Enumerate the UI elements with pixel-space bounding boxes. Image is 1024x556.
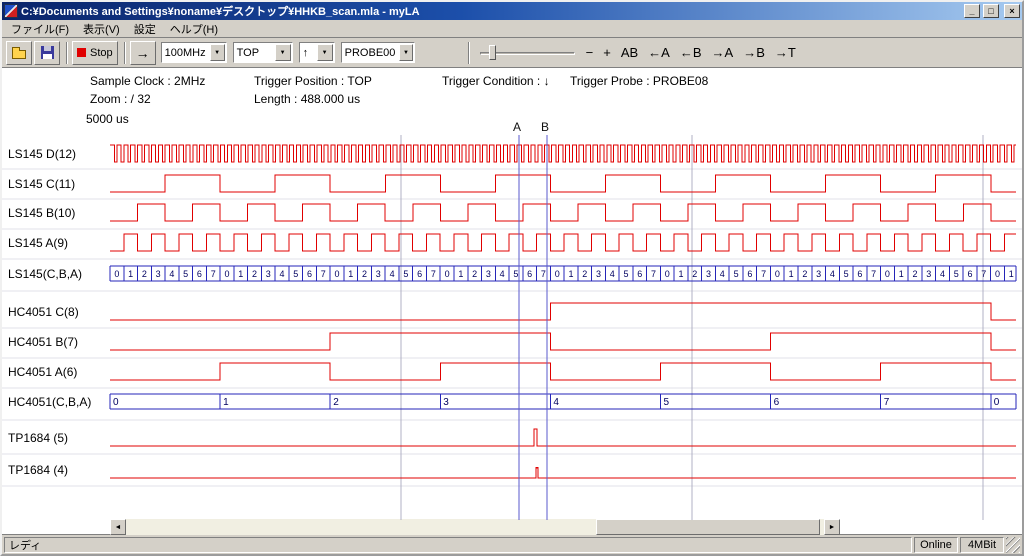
set-cursor-b-button[interactable]: →B [738,43,770,62]
length-info: Length : 488.000 us [254,92,360,106]
stop-button[interactable]: Stop [72,41,118,65]
arrow-left-icon: ◄ [115,524,122,531]
sample-clock-value: 100MHz [162,47,209,59]
close-button[interactable]: × [1004,4,1020,18]
open-folder-icon [12,50,26,59]
scroll-track[interactable] [126,519,824,535]
trigger-edge-combo[interactable]: ↑ ▼ [299,42,335,63]
minimize-button[interactable]: _ [964,4,980,18]
chevron-down-icon[interactable]: ▼ [399,44,412,61]
stop-icon [77,48,86,57]
menu-settings[interactable]: 設定 [127,19,163,39]
menu-view[interactable]: 表示(V) [76,19,127,39]
trigger-edge-value: ↑ [300,47,316,59]
goto-cursor-a-button[interactable]: ←A [643,43,675,62]
app-window: C:¥Documents and Settings¥noname¥デスクトップ¥… [0,0,1024,556]
resize-grip[interactable] [1006,537,1020,553]
scroll-left-button[interactable]: ◄ [110,519,126,535]
toolbar: Stop → 100MHz ▼ TOP ▼ ↑ ▼ PROBE00 ▼ − + [2,38,1022,68]
zoom-ab-button[interactable]: AB [616,43,643,62]
stop-label: Stop [90,47,113,59]
chevron-down-icon[interactable]: ▼ [317,44,333,61]
menubar: ファイル(F) 表示(V) 設定 ヘルプ(H) [2,20,1022,38]
trigger-probe-combo[interactable]: PROBE00 ▼ [341,42,415,63]
status-ready: レディ [4,537,912,553]
window-title: C:¥Documents and Settings¥noname¥デスクトップ¥… [21,3,961,19]
menu-help[interactable]: ヘルプ(H) [163,19,225,39]
chevron-down-icon[interactable]: ▼ [210,44,225,61]
menu-file[interactable]: ファイル(F) [4,19,76,39]
run-button[interactable]: → [130,41,156,65]
toolbar-separator [66,42,68,64]
set-cursor-a-button[interactable]: →A [707,43,739,62]
arrow-right-icon: ► [829,524,836,531]
titlebar: C:¥Documents and Settings¥noname¥デスクトップ¥… [2,2,1022,20]
trigger-position-value: TOP [234,47,274,59]
app-icon [4,4,18,18]
trigger-condition-info: Trigger Condition : ↓ [442,74,550,88]
goto-trigger-button[interactable]: →T [770,43,801,62]
maximize-button[interactable]: □ [983,4,999,18]
sample-clock-info: Sample Clock : 2MHz [90,74,205,88]
toolbar-separator [124,42,126,64]
zoom-out-button[interactable]: − [581,43,599,62]
status-memory-badge: 4MBit [960,537,1004,553]
time-origin-label: 5000 us [86,112,129,126]
scroll-thumb[interactable] [596,519,820,535]
zoom-info: Zoom : / 32 [90,92,151,106]
save-button[interactable] [34,41,60,65]
scroll-right-button[interactable]: ► [824,519,840,535]
sample-clock-combo[interactable]: 100MHz ▼ [161,42,227,63]
statusbar: レディ Online 4MBit [2,535,1022,554]
zoom-slider[interactable] [480,42,575,64]
open-button[interactable] [6,41,32,65]
slider-thumb[interactable] [489,45,496,60]
zoom-in-button[interactable]: + [598,43,616,62]
save-floppy-icon [41,46,54,59]
status-online-badge: Online [914,537,958,553]
trigger-probe-info: Trigger Probe : PROBE08 [570,74,708,88]
trigger-position-info: Trigger Position : TOP [254,74,372,88]
waveform-area[interactable]: Sample Clock : 2MHz Trigger Position : T… [2,68,1022,535]
trigger-position-combo[interactable]: TOP ▼ [233,42,293,63]
trigger-probe-value: PROBE00 [342,47,399,59]
chevron-down-icon[interactable]: ▼ [275,44,291,61]
run-arrow-icon: → [136,45,150,61]
toolbar-separator [468,42,470,64]
goto-cursor-b-button[interactable]: ←B [675,43,707,62]
horizontal-scrollbar[interactable]: ◄ ► [110,519,840,535]
